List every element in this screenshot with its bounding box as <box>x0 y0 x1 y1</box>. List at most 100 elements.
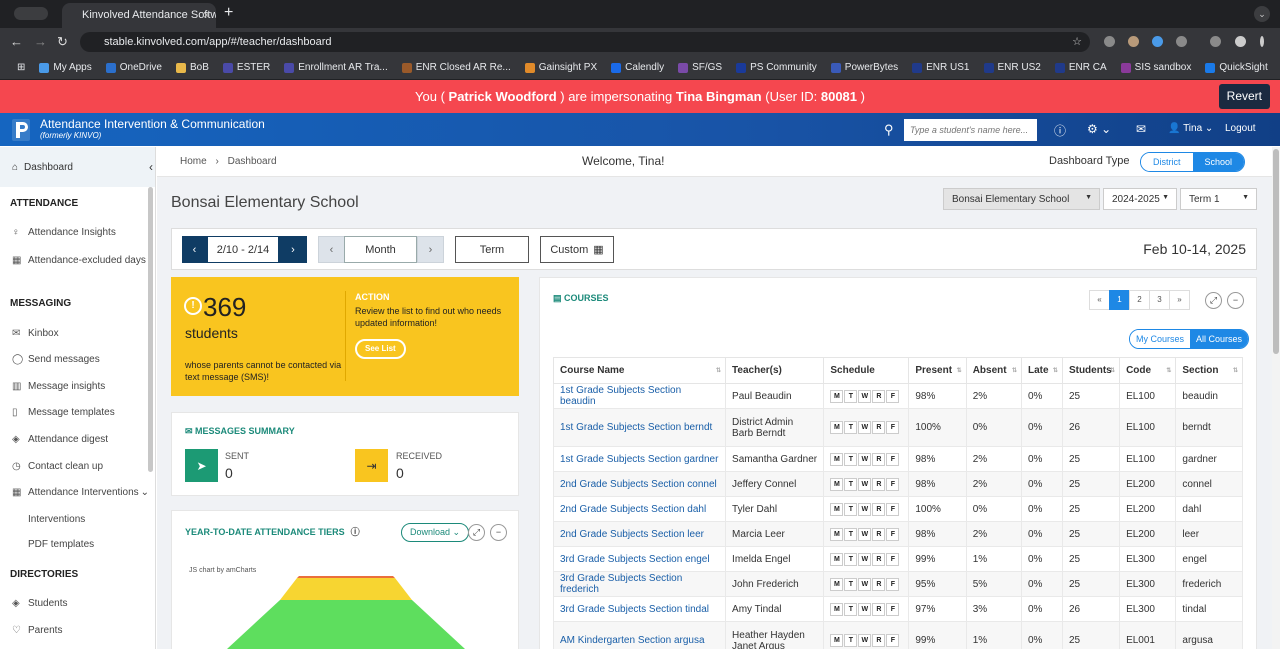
search-icon[interactable]: ⚲ <box>884 122 894 138</box>
apps-grid-icon[interactable]: ⊞ <box>10 62 32 73</box>
collapse-card-icon[interactable]: − <box>1227 292 1244 309</box>
tier-red-segment[interactable] <box>297 576 395 578</box>
district-toggle-button[interactable]: District <box>1141 153 1193 171</box>
sort-icon[interactable]: ⇅ <box>1166 367 1171 374</box>
bookmark-item[interactable]: SF/GS <box>671 62 729 73</box>
bookmark-item[interactable]: OneDrive <box>99 62 169 73</box>
page-button-3[interactable]: 3 <box>1149 290 1170 310</box>
bookmark-item[interactable]: AIS FAQs <box>1275 62 1280 73</box>
bookmark-item[interactable]: BoB <box>169 62 216 73</box>
page-scrollbar[interactable] <box>1272 147 1280 649</box>
collapse-card-icon[interactable]: − <box>490 524 507 541</box>
sidebar-item-contact-clean-up[interactable]: ◷ Contact clean up <box>12 461 148 472</box>
settings-gear-icon[interactable]: ⚙ ⌄ <box>1087 122 1111 136</box>
bookmark-item[interactable]: ENR Closed AR Re... <box>395 62 518 73</box>
sidebar-scrollbar[interactable] <box>148 187 153 472</box>
next-week-button[interactable]: › <box>279 236 307 263</box>
bookmark-item[interactable]: ENR US1 <box>905 62 976 73</box>
course-name-link[interactable]: 3rd Grade Subjects Section frederich <box>552 571 727 597</box>
tier-yellow-segment[interactable] <box>280 578 412 600</box>
revert-button[interactable]: Revert <box>1218 84 1270 109</box>
new-tab-icon[interactable]: + <box>224 4 233 22</box>
powerschool-logo-icon[interactable] <box>12 119 30 141</box>
sidebar-subitem-pdf-templates[interactable]: PDF templates <box>28 539 94 550</box>
sort-icon[interactable]: ⇅ <box>957 367 962 374</box>
week-range-display[interactable]: 2/10 - 2/14 <box>207 236 279 263</box>
bookmark-item[interactable]: Gainsight PX <box>518 62 604 73</box>
sidebar-item-attendance-insights[interactable]: ♀ Attendance Insights <box>12 227 148 238</box>
see-list-button[interactable]: See List <box>355 339 406 359</box>
column-header[interactable]: Absent ⇅ <box>965 357 1023 384</box>
breadcrumb-home[interactable]: Home <box>180 156 207 167</box>
term-select[interactable]: Term 1 ▼ <box>1180 188 1257 210</box>
bookmark-star-icon[interactable]: ☆ <box>1072 35 1082 48</box>
column-header[interactable]: Present ⇅ <box>908 357 967 384</box>
sort-icon[interactable]: ⇅ <box>1233 367 1238 374</box>
sort-icon[interactable]: ⇅ <box>1110 367 1115 374</box>
year-select[interactable]: 2024-2025 ▼ <box>1103 188 1177 210</box>
term-button[interactable]: Term <box>455 236 529 263</box>
bookmark-item[interactable]: QuickSight <box>1198 62 1274 73</box>
extension-icon[interactable] <box>1104 36 1115 47</box>
sort-icon[interactable]: ⇅ <box>716 367 721 374</box>
expand-icon[interactable]: ⤢ <box>1205 292 1222 309</box>
next-month-button[interactable]: › <box>417 236 444 263</box>
tier-green-segment[interactable] <box>214 600 478 649</box>
sidebar-item-kinbox[interactable]: ✉ Kinbox <box>12 328 148 339</box>
course-name-link[interactable]: 3rd Grade Subjects Section tindal <box>552 596 727 622</box>
collapse-sidebar-button[interactable]: ‹ <box>149 160 153 174</box>
course-name-link[interactable]: 1st Grade Subjects Section gardner <box>552 446 727 472</box>
course-name-link[interactable]: 2nd Grade Subjects Section connel <box>552 471 727 497</box>
page-button-2[interactable]: 2 <box>1129 290 1150 310</box>
sidebar-item-send-messages[interactable]: ◯ Send messages <box>12 354 148 365</box>
sidebar-item-parents[interactable]: ♡ Parents <box>12 625 148 636</box>
browser-tab[interactable]: Kinvolved Attendance Softwa × <box>62 3 216 28</box>
back-icon[interactable]: ← <box>10 34 23 49</box>
address-bar[interactable]: stable.kinvolved.com/app/#/teacher/dashb… <box>80 32 1090 52</box>
expand-icon[interactable]: ⤢ <box>468 524 485 541</box>
bookmark-item[interactable]: ENR CA <box>1048 62 1114 73</box>
column-header[interactable]: Section ⇅ <box>1175 357 1243 384</box>
month-button[interactable]: Month <box>344 236 417 263</box>
student-search-input[interactable] <box>904 119 1037 141</box>
forward-icon[interactable]: → <box>34 34 47 49</box>
window-controls[interactable] <box>14 7 48 20</box>
sort-icon[interactable]: ⇅ <box>1053 367 1058 374</box>
prev-month-button[interactable]: ‹ <box>318 236 345 263</box>
course-name-link[interactable]: 2nd Grade Subjects Section leer <box>552 521 727 547</box>
download-icon[interactable] <box>1210 36 1221 47</box>
download-button[interactable]: Download ⌄ <box>401 523 470 542</box>
sidebar-item-attendance-digest[interactable]: ◈ Attendance digest <box>12 434 148 445</box>
inbox-icon[interactable]: ✉ <box>1136 122 1146 136</box>
bookmark-item[interactable]: Calendly <box>604 62 671 73</box>
first-page-button[interactable]: « <box>1089 290 1110 310</box>
my-courses-button[interactable]: My Courses <box>1130 330 1191 348</box>
bookmark-item[interactable]: Enrollment AR Tra... <box>277 62 394 73</box>
column-header[interactable]: Students ⇅ <box>1061 357 1121 384</box>
sort-icon[interactable]: ⇅ <box>1012 367 1017 374</box>
column-header[interactable]: Schedule <box>823 357 910 384</box>
sidebar-item-attendance-interventions[interactable]: ▦ Attendance Interventions ⌄ <box>12 487 152 498</box>
bookmark-item[interactable]: SIS sandbox <box>1114 62 1199 73</box>
custom-range-button[interactable]: Custom ▦ <box>540 236 614 263</box>
reload-icon[interactable]: ↻ <box>57 34 68 50</box>
info-icon[interactable]: ⓘ <box>351 527 360 537</box>
course-name-link[interactable]: 3rd Grade Subjects Section engel <box>552 546 727 572</box>
extension-icon[interactable] <box>1152 36 1163 47</box>
course-name-link[interactable]: 2nd Grade Subjects Section dahl <box>552 496 727 522</box>
browser-menu-icon[interactable] <box>1260 36 1264 47</box>
bookmark-item[interactable]: My Apps <box>32 62 98 73</box>
bookmark-item[interactable]: PowerBytes <box>824 62 905 73</box>
user-menu[interactable]: 👤 Tina ⌄ <box>1168 123 1213 134</box>
bookmark-item[interactable]: PS Community <box>729 62 824 73</box>
bookmark-item[interactable]: ENR US2 <box>977 62 1048 73</box>
profile-avatar[interactable] <box>1235 36 1246 47</box>
sidebar-item-dashboard[interactable]: ⌂ Dashboard <box>0 147 155 187</box>
close-tab-icon[interactable]: × <box>203 8 210 22</box>
extension-icon[interactable] <box>1128 36 1139 47</box>
all-courses-button[interactable]: All Courses <box>1190 330 1249 348</box>
column-header[interactable]: Course Name ⇅ <box>552 357 727 384</box>
course-name-link[interactable]: 1st Grade Subjects Section berndt <box>552 408 727 447</box>
extensions-puzzle-icon[interactable] <box>1176 36 1187 47</box>
scrollbar-thumb[interactable] <box>1273 149 1279 354</box>
